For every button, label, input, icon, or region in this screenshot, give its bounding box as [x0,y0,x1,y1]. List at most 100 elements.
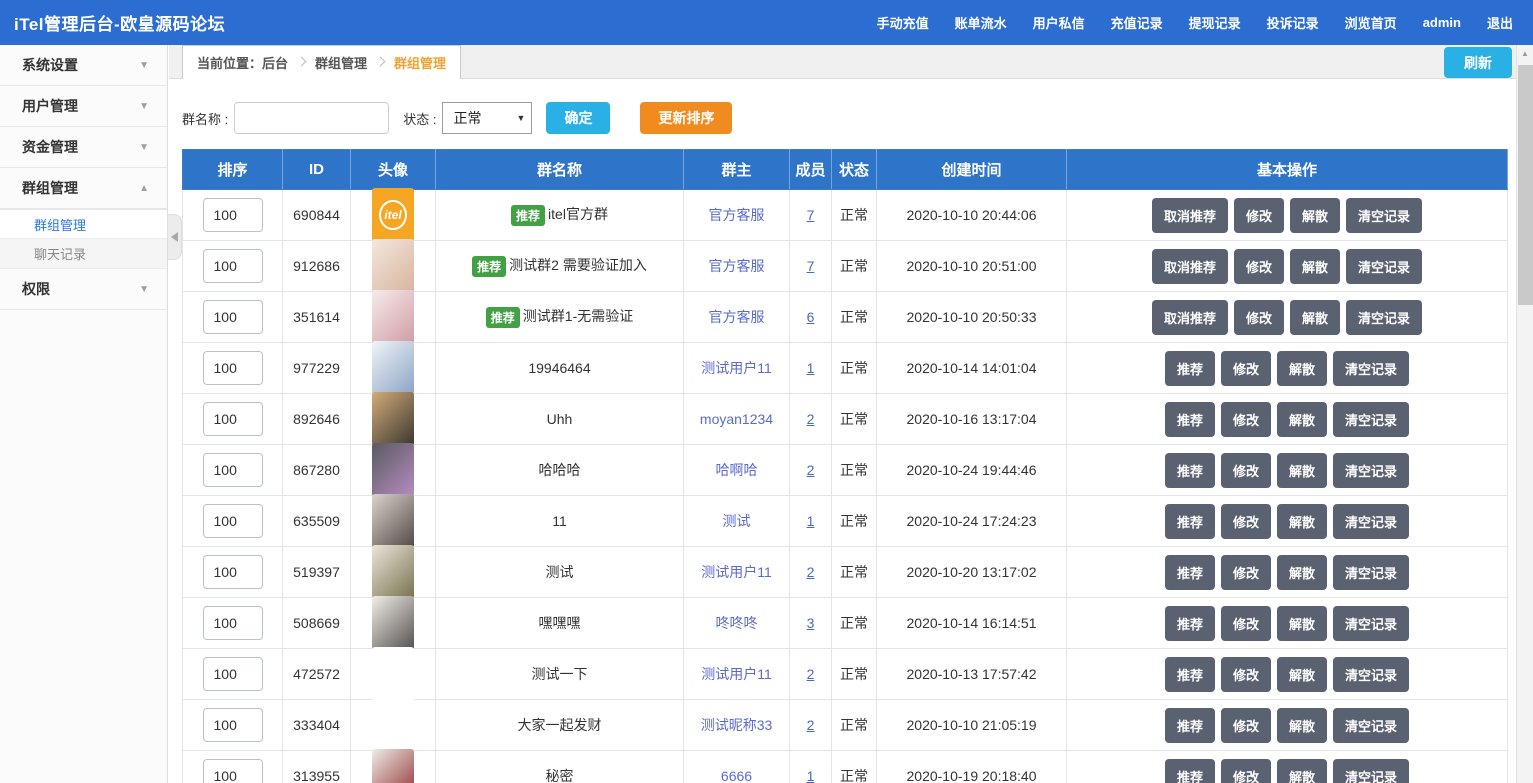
owner-link[interactable]: 哈啊哈 [716,462,758,478]
action-button[interactable]: 修改 [1221,402,1271,437]
confirm-button[interactable]: 确定 [546,102,610,134]
action-button[interactable]: 推荐 [1165,657,1215,692]
action-button[interactable]: 取消推荐 [1152,198,1228,233]
members-link[interactable]: 3 [807,615,815,631]
action-button[interactable]: 解散 [1277,351,1327,386]
sort-input[interactable] [203,453,263,487]
action-button[interactable]: 修改 [1221,657,1271,692]
action-button[interactable]: 清空记录 [1346,198,1422,233]
owner-link[interactable]: moyan1234 [700,411,773,427]
scroll-up-arrow[interactable]: ▲ [1517,45,1533,62]
action-button[interactable]: 清空记录 [1333,504,1409,539]
action-button[interactable]: 修改 [1221,555,1271,590]
action-button[interactable]: 修改 [1234,300,1284,335]
top-menu-item[interactable]: 浏览首页 [1345,13,1397,32]
members-link[interactable]: 2 [807,717,815,733]
action-button[interactable]: 推荐 [1165,759,1215,783]
sort-input[interactable] [203,555,263,589]
sidebar-subitem[interactable]: 聊天记录 [0,239,167,269]
owner-link[interactable]: 咚咚咚 [716,615,758,631]
action-button[interactable]: 解散 [1277,606,1327,641]
action-button[interactable]: 解散 [1277,453,1327,488]
action-button[interactable]: 推荐 [1165,708,1215,743]
members-link[interactable]: 7 [807,207,815,223]
top-menu-item[interactable]: 手动充值 [877,13,929,32]
action-button[interactable]: 清空记录 [1333,351,1409,386]
action-button[interactable]: 取消推荐 [1152,300,1228,335]
sidebar-collapse-handle[interactable] [168,214,182,260]
action-button[interactable]: 取消推荐 [1152,249,1228,284]
action-button[interactable]: 清空记录 [1333,402,1409,437]
sidebar-item[interactable]: 群组管理▲ [0,168,167,209]
members-link[interactable]: 2 [807,564,815,580]
action-button[interactable]: 推荐 [1165,402,1215,437]
top-menu-item[interactable]: 提现记录 [1189,13,1241,32]
sidebar-item[interactable]: 资金管理▼ [0,127,167,168]
action-button[interactable]: 清空记录 [1346,300,1422,335]
action-button[interactable]: 解散 [1277,555,1327,590]
sidebar-item[interactable]: 权限▼ [0,269,167,310]
owner-link[interactable]: 测试用户11 [701,360,772,376]
members-link[interactable]: 1 [807,768,815,783]
action-button[interactable]: 修改 [1234,198,1284,233]
group-name-input[interactable] [234,102,389,134]
action-button[interactable]: 清空记录 [1333,657,1409,692]
action-button[interactable]: 解散 [1277,657,1327,692]
sort-input[interactable] [203,351,263,385]
action-button[interactable]: 修改 [1234,249,1284,284]
members-link[interactable]: 2 [807,666,815,682]
sort-input[interactable] [203,708,263,742]
members-link[interactable]: 2 [807,462,815,478]
top-menu-item[interactable]: 退出 [1487,13,1513,32]
action-button[interactable]: 清空记录 [1333,759,1409,783]
sort-input[interactable] [203,606,263,640]
sort-input[interactable] [203,759,263,783]
action-button[interactable]: 推荐 [1165,555,1215,590]
breadcrumb-item[interactable]: 群组管理 [315,53,367,72]
action-button[interactable]: 解散 [1277,708,1327,743]
top-menu-item[interactable]: admin [1423,15,1461,30]
action-button[interactable]: 推荐 [1165,351,1215,386]
action-button[interactable]: 解散 [1290,198,1340,233]
action-button[interactable]: 解散 [1277,504,1327,539]
action-button[interactable]: 清空记录 [1333,708,1409,743]
sidebar-item[interactable]: 用户管理▼ [0,86,167,127]
action-button[interactable]: 清空记录 [1346,249,1422,284]
sort-input[interactable] [203,198,263,232]
action-button[interactable]: 解散 [1277,759,1327,783]
members-link[interactable]: 1 [807,513,815,529]
owner-link[interactable]: 6666 [721,768,752,783]
scrollbar-thumb[interactable] [1518,65,1533,305]
refresh-button[interactable]: 刷新 [1444,47,1512,78]
members-link[interactable]: 2 [807,411,815,427]
action-button[interactable]: 清空记录 [1333,453,1409,488]
sort-input[interactable] [203,657,263,691]
owner-link[interactable]: 测试昵称33 [701,717,773,733]
sidebar-subitem[interactable]: 群组管理 [0,209,167,239]
action-button[interactable]: 推荐 [1165,504,1215,539]
action-button[interactable]: 清空记录 [1333,555,1409,590]
breadcrumb-item[interactable]: 群组管理 [394,53,446,72]
action-button[interactable]: 修改 [1221,708,1271,743]
action-button[interactable]: 修改 [1221,453,1271,488]
sort-input[interactable] [203,300,263,334]
owner-link[interactable]: 官方客服 [709,309,765,325]
action-button[interactable]: 推荐 [1165,606,1215,641]
sort-input[interactable] [203,504,263,538]
owner-link[interactable]: 官方客服 [709,258,765,274]
action-button[interactable]: 修改 [1221,759,1271,783]
action-button[interactable]: 清空记录 [1333,606,1409,641]
owner-link[interactable]: 测试用户11 [701,564,772,580]
top-menu-item[interactable]: 充值记录 [1111,13,1163,32]
members-link[interactable]: 1 [807,360,815,376]
members-link[interactable]: 7 [807,258,815,274]
sidebar-item[interactable]: 系统设置▼ [0,45,167,86]
owner-link[interactable]: 测试 [723,513,751,529]
owner-link[interactable]: 官方客服 [709,207,765,223]
top-menu-item[interactable]: 用户私信 [1033,13,1085,32]
update-sort-button[interactable]: 更新排序 [640,102,732,134]
members-link[interactable]: 6 [807,309,815,325]
status-select[interactable]: 正常 ▼ [442,102,532,134]
action-button[interactable]: 解散 [1290,249,1340,284]
action-button[interactable]: 修改 [1221,504,1271,539]
